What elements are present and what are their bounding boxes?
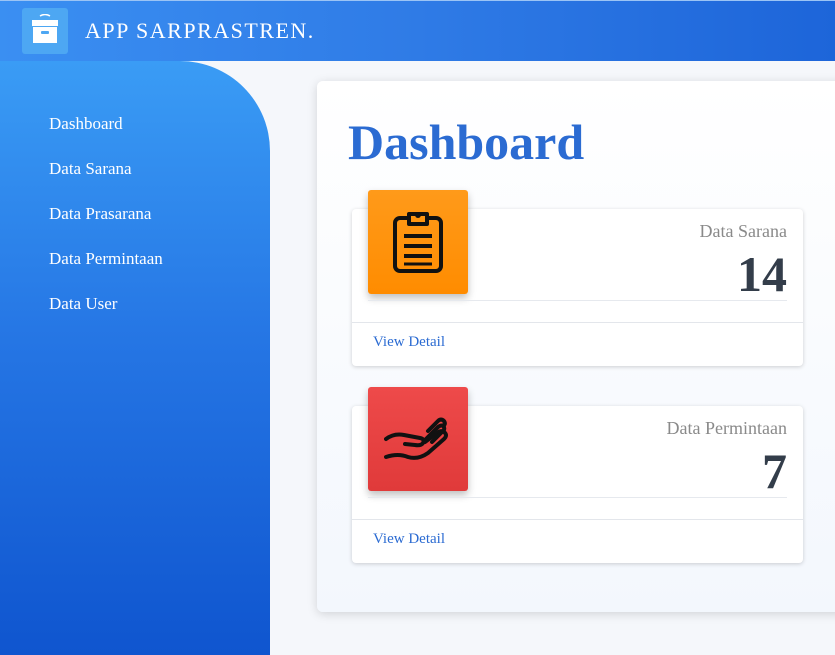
card-icon-box <box>368 190 468 294</box>
card-value: 14 <box>737 246 787 302</box>
card-label: Data Sarana <box>699 221 787 241</box>
card-value: 7 <box>762 443 787 499</box>
card-icon-box <box>368 387 468 491</box>
sidebar-item-data-user[interactable]: Data User <box>49 294 117 314</box>
card-footer-divider <box>352 519 803 520</box>
app-logo[interactable] <box>22 8 68 54</box>
app-title: APP SARPRASTREN. <box>85 18 315 43</box>
view-detail-link[interactable]: View Detail <box>373 334 445 351</box>
sidebar: Dashboard Data Sarana Data Prasarana Dat… <box>0 61 270 655</box>
divider <box>368 300 787 301</box>
card-label: Data Permintaan <box>666 418 787 438</box>
stat-card-data-sarana: Data Sarana 14 View Detail <box>352 190 803 366</box>
stat-card-data-permintaan: Data Permintaan 7 View Detail <box>352 387 803 563</box>
card-footer-divider <box>352 322 803 323</box>
page-title: Dashboard <box>348 114 585 170</box>
view-detail-link[interactable]: View Detail <box>373 531 445 548</box>
sidebar-item-data-permintaan[interactable]: Data Permintaan <box>49 249 163 269</box>
clipboard-icon <box>393 212 443 273</box>
sidebar-item-data-sarana[interactable]: Data Sarana <box>49 159 132 179</box>
archive-box-icon <box>32 14 58 43</box>
sidebar-item-dashboard[interactable]: Dashboard <box>49 114 123 134</box>
divider <box>368 497 787 498</box>
sidebar-item-data-prasarana[interactable]: Data Prasarana <box>49 204 151 224</box>
top-bar: APP SARPRASTREN. <box>0 0 835 61</box>
hand-open-icon <box>384 417 448 460</box>
